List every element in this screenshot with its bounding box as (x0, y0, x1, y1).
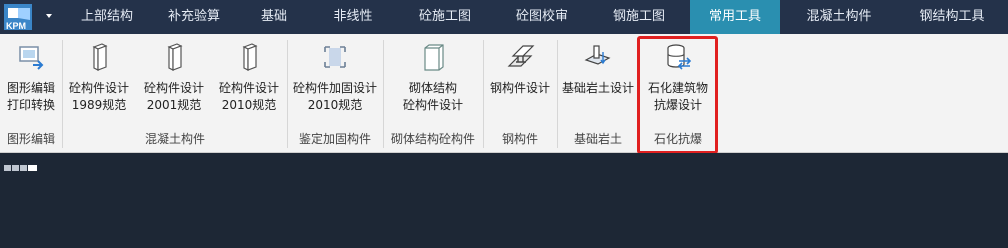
menu-item-concrete-review[interactable]: 砼图校审 (496, 0, 588, 34)
group-label-graphic-edit: 图形编辑 (6, 132, 55, 146)
menu-item-common-tools[interactable]: 常用工具 (690, 0, 780, 34)
reinforcement-icon (320, 42, 350, 72)
menu-item-superstructure[interactable]: 上部结构 (66, 0, 148, 34)
button-label-line2: 1989规范 (71, 98, 127, 112)
concrete-design-1989-button[interactable]: 砼构件设计 1989规范 (63, 38, 135, 122)
button-label-line1: 砼构件设计 (143, 81, 204, 95)
group-label-appraisal-reinforcement: 鉴定加固构件 (298, 132, 371, 146)
menu-item-nonlinear[interactable]: 非线性 (316, 0, 390, 34)
group-label-steel-members: 钢构件 (501, 132, 538, 146)
foundation-icon (583, 42, 613, 72)
ribbon-panel: 图形编辑 打印转换 砼构件设计 1989规范 砼构件设计 2001规范 砼构件设… (0, 34, 1008, 153)
button-label-line1: 图形编辑 (6, 81, 55, 95)
group-label-masonry-concrete: 砌体结构砼构件 (390, 132, 475, 146)
button-label-line2: 砼构件设计 (402, 98, 463, 112)
concrete-reinforcement-design-button[interactable]: 砼构件加固设计 2010规范 (288, 38, 382, 122)
steel-beam-icon (505, 42, 535, 72)
button-label-line2: 打印转换 (6, 98, 55, 112)
button-label-line2: 2001规范 (146, 98, 202, 112)
steel-member-design-button[interactable]: 钢构件设计 (484, 38, 556, 122)
menu-item-supplementary-check[interactable]: 补充验算 (150, 0, 238, 34)
concrete-column-icon (159, 42, 189, 72)
button-label-line1: 砼构件设计 (68, 81, 129, 95)
button-label-line2: 2010规范 (307, 98, 363, 112)
masonry-icon (418, 42, 448, 72)
menu-item-steel-drawings[interactable]: 钢施工图 (594, 0, 684, 34)
canvas-tab-markers (4, 156, 38, 171)
button-label: 钢构件设计 (489, 81, 550, 95)
drawing-canvas[interactable] (0, 153, 1008, 248)
concrete-design-2001-button[interactable]: 砼构件设计 2001规范 (137, 38, 211, 122)
app-logo[interactable]: KPM (2, 2, 58, 32)
logo-text: KPM (6, 21, 26, 31)
group-label-foundation-geotech: 基础岩土 (573, 132, 622, 146)
menu-item-foundation[interactable]: 基础 (244, 0, 304, 34)
button-label-line1: 砼构件加固设计 (292, 81, 377, 95)
concrete-column-icon (234, 42, 264, 72)
foundation-geotech-design-button[interactable]: 基础岩土设计 (558, 38, 638, 122)
button-label: 基础岩土设计 (561, 81, 634, 95)
group-label-concrete-members: 混凝土构件 (144, 132, 205, 146)
menu-item-steel-tools[interactable]: 钢结构工具 (900, 0, 1004, 34)
main-menu-bar: KPM 上部结构 补充验算 基础 非线性 砼施工图 砼图校审 钢施工图 常用工具… (0, 0, 1008, 34)
menu-item-concrete-members[interactable]: 混凝土构件 (786, 0, 892, 34)
graphic-edit-icon (16, 42, 46, 72)
concrete-column-icon (84, 42, 114, 72)
menu-item-concrete-drawings[interactable]: 砼施工图 (400, 0, 490, 34)
button-label-line1: 砌体结构 (408, 81, 457, 95)
button-label-line2: 2010规范 (221, 98, 277, 112)
concrete-design-2010-button[interactable]: 砼构件设计 2010规范 (212, 38, 286, 122)
masonry-concrete-design-button[interactable]: 砌体结构 砼构件设计 (384, 38, 482, 122)
button-label-line1: 砼构件设计 (218, 81, 279, 95)
graphic-edit-print-button[interactable]: 图形编辑 打印转换 (2, 38, 60, 122)
highlight-box (637, 36, 718, 154)
